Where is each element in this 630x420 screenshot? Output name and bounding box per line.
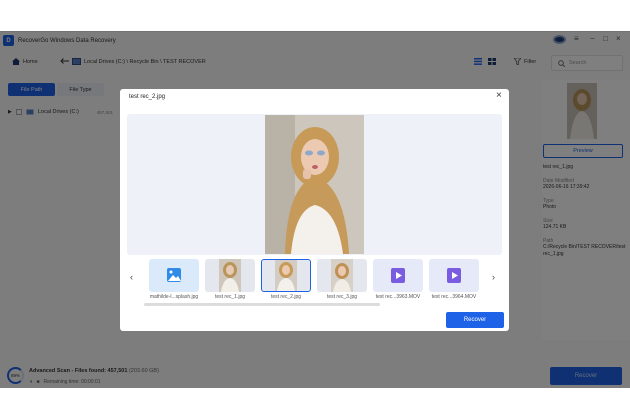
close-icon[interactable]: × xyxy=(496,90,502,101)
thumbnail-video-2[interactable] xyxy=(429,259,479,292)
photo-thumbnail xyxy=(331,259,353,292)
image-file-icon xyxy=(167,268,181,282)
thumbnail-scrollbar[interactable] xyxy=(144,303,380,306)
video-file-icon xyxy=(447,268,461,283)
thumbnail-video-1[interactable] xyxy=(373,259,423,292)
thumbnail-next-arrow[interactable]: › xyxy=(492,272,495,282)
thumbnail-label: test rec...3963.MOV xyxy=(375,294,421,300)
preview-photo xyxy=(265,115,364,254)
dialog-recover-button[interactable]: Recover xyxy=(446,312,504,328)
thumbnail-photo-3[interactable] xyxy=(317,259,367,292)
thumbnail-prev-arrow[interactable]: ‹ xyxy=(130,272,133,282)
thumbnail-label: test rec_2.jpg xyxy=(270,294,302,300)
thumbnail-image-file[interactable] xyxy=(149,259,199,292)
preview-dialog: test rec_2.jpg × ‹ › mathilde-l...splash… xyxy=(120,89,509,331)
thumbnail-label: test rec_3.jpg xyxy=(326,294,358,300)
video-file-icon xyxy=(391,268,405,283)
thumbnail-label: mathilde-l...splash.jpg xyxy=(149,294,199,300)
thumbnail-label: test rec_1.jpg xyxy=(214,294,246,300)
photo-thumbnail xyxy=(219,259,241,292)
portrait-image xyxy=(265,115,364,254)
thumbnail-label: test rec...3964.MOV xyxy=(431,294,477,300)
photo-thumbnail xyxy=(275,260,297,291)
thumbnail-photo-2-selected[interactable] xyxy=(261,259,311,292)
preview-area xyxy=(127,114,502,255)
thumbnail-photo-1[interactable] xyxy=(205,259,255,292)
dialog-title: test rec_2.jpg xyxy=(129,94,166,100)
